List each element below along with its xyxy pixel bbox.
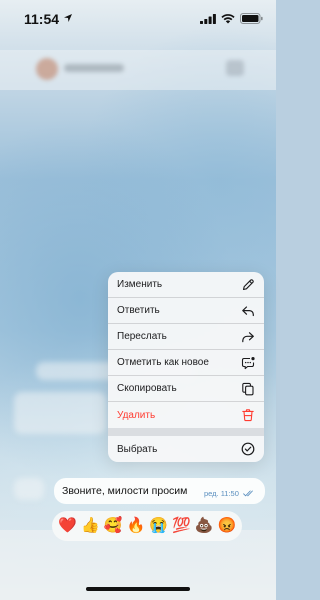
reaction-thumbs-up[interactable]: 👍	[81, 517, 100, 535]
trash-icon	[242, 409, 254, 422]
battery-icon	[240, 13, 263, 24]
checkmark-circle-icon	[241, 442, 255, 456]
home-indicator[interactable]	[86, 587, 190, 591]
reaction-picker: ❤️ 👍 🥰 🔥 😭 💯 💩 😡	[52, 511, 242, 541]
menu-item-mark-unread[interactable]: Отметить как новое	[108, 350, 264, 376]
cellular-signal-icon	[200, 14, 216, 24]
blurred-contact-name	[64, 64, 124, 72]
reaction-poop[interactable]: 💩	[195, 517, 214, 535]
wifi-icon	[221, 14, 235, 24]
message-text: Звоните, милости просим	[62, 485, 188, 497]
edited-label: ред.	[203, 489, 219, 498]
menu-item-delete[interactable]: Удалить	[108, 402, 264, 428]
menu-item-label: Переслать	[117, 331, 167, 342]
message-time: 11:50	[220, 489, 239, 498]
blurred-header-icon	[226, 60, 244, 76]
menu-item-copy[interactable]: Скопировать	[108, 376, 264, 402]
status-bar: 11:54	[0, 0, 276, 40]
blurred-message	[14, 478, 44, 500]
menu-item-label: Отметить как новое	[117, 357, 209, 368]
reaction-angry-face[interactable]: 😡	[218, 517, 237, 535]
pencil-icon	[242, 279, 254, 291]
reply-icon	[242, 306, 254, 317]
menu-item-select[interactable]: Выбрать	[108, 436, 264, 462]
menu-item-label: Изменить	[117, 279, 163, 290]
reaction-crying-face[interactable]: 😭	[149, 517, 168, 535]
unread-icon	[241, 357, 255, 370]
blurred-avatar	[36, 58, 58, 80]
forward-icon	[242, 332, 254, 343]
copy-icon	[242, 382, 254, 396]
message-meta: ред. 11:50	[204, 489, 255, 498]
reaction-fire[interactable]: 🔥	[127, 517, 146, 535]
reaction-heart[interactable]: ❤️	[58, 517, 77, 535]
reaction-hundred[interactable]: 💯	[172, 517, 191, 535]
message-context-menu: Изменить Ответить Переслать Отметить как…	[108, 272, 264, 462]
blurred-message	[14, 392, 106, 434]
menu-group-separator	[108, 428, 264, 436]
menu-item-label: Удалить	[117, 409, 156, 421]
location-arrow-icon	[64, 14, 72, 22]
selected-message-bubble[interactable]: Звоните, милости просим ред. 11:50	[54, 478, 265, 504]
reaction-smiling-face-with-hearts[interactable]: 🥰	[104, 517, 123, 535]
menu-item-edit[interactable]: Изменить	[108, 272, 264, 298]
status-time: 11:54	[24, 11, 60, 27]
menu-item-forward[interactable]: Переслать	[108, 324, 264, 350]
menu-item-reply[interactable]: Ответить	[108, 298, 264, 324]
menu-item-label: Выбрать	[117, 443, 158, 455]
read-checkmarks-icon	[243, 490, 253, 497]
menu-item-label: Скопировать	[117, 383, 177, 394]
menu-item-label: Ответить	[117, 305, 160, 316]
